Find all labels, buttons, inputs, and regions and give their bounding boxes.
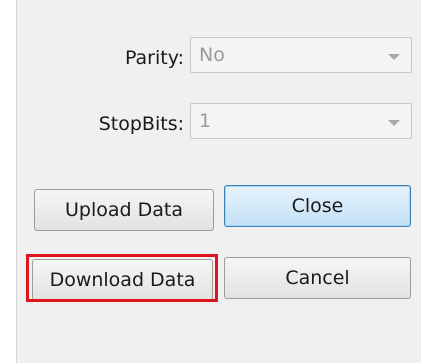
upload-data-button[interactable]: Upload Data — [34, 189, 214, 231]
left-panel-edge — [0, 0, 17, 363]
close-button[interactable]: Close — [224, 185, 411, 227]
parity-label: Parity: — [124, 47, 184, 69]
parity-value: No — [199, 44, 225, 66]
serial-settings-dialog: Parity: No StopBits: 1 Upload Data Close… — [0, 0, 421, 363]
chevron-down-icon — [388, 120, 400, 126]
cancel-button[interactable]: Cancel — [224, 257, 411, 299]
parity-select[interactable]: No — [190, 37, 412, 73]
stopbits-value: 1 — [199, 110, 212, 132]
download-highlight-box — [26, 254, 218, 302]
stopbits-select[interactable]: 1 — [190, 103, 412, 139]
stopbits-label: StopBits: — [98, 113, 184, 135]
chevron-down-icon — [388, 54, 400, 60]
